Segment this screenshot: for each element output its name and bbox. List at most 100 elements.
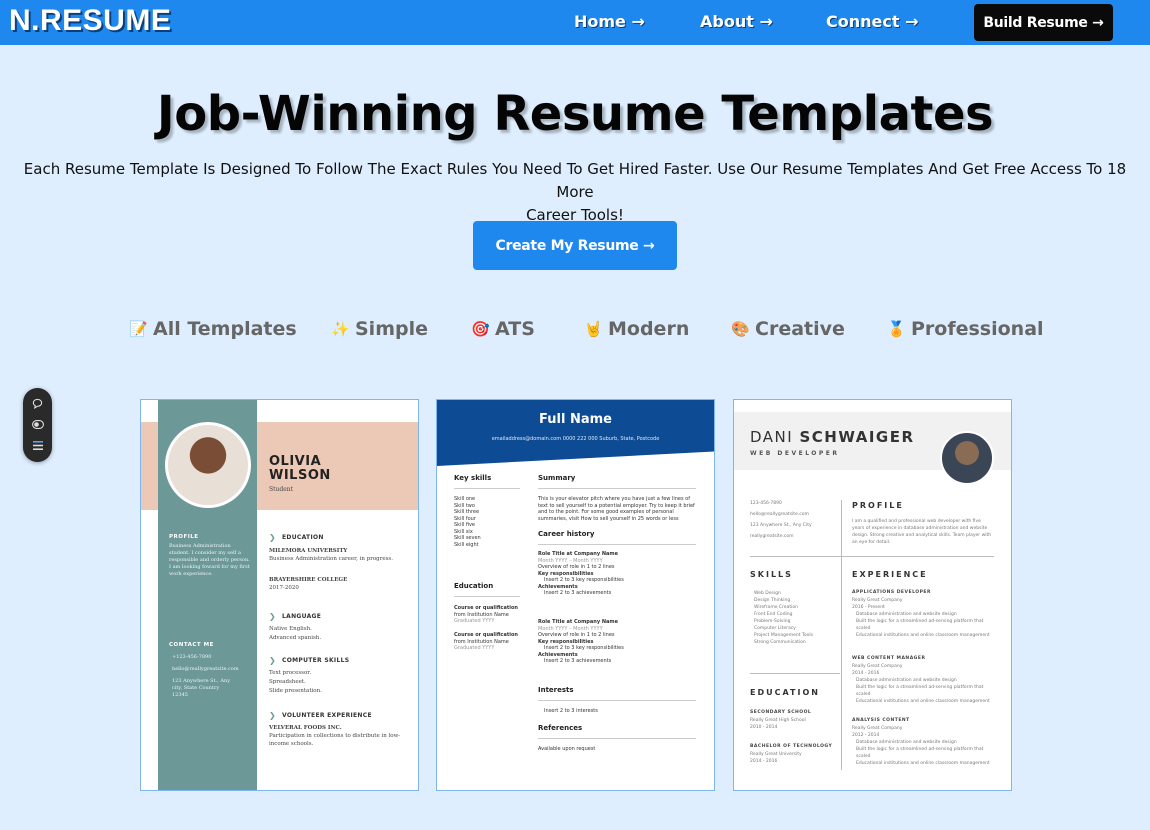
contact-line: emailaddress@domain.com 0000 222 000 Sub…: [491, 436, 660, 442]
skill-3: Slide presentation.: [269, 688, 322, 694]
skill-1: Text processor.: [269, 670, 312, 676]
filter-creative[interactable]: 🎨 Creative: [731, 318, 845, 340]
phone-text: 123-456-7890: [750, 501, 782, 506]
edu1-name: MILEMORA UNIVERSITY: [269, 548, 348, 554]
filter-ats[interactable]: 🎯 ATS: [471, 318, 535, 340]
edu-graduated: Graduated YYYY: [454, 645, 495, 651]
site-logo[interactable]: N.RESUME: [9, 4, 171, 38]
resume-role: WEB DEVELOPER: [750, 450, 840, 457]
filter-label: Creative: [755, 318, 845, 340]
edu1-title: SECONDARY SCHOOL: [750, 710, 812, 715]
exp3-bullet: Educational institutions and online clas…: [856, 761, 990, 766]
skill-2: Spreadsheet.: [269, 679, 306, 685]
chevron-icon: ❯: [269, 711, 277, 720]
chat-bubble-icon[interactable]: [30, 396, 45, 411]
profile-text: I am a qualified and professional web de…: [852, 519, 992, 545]
edu2-details: Really Great University 2014 - 2016: [750, 751, 802, 765]
skills-list: Skill one Skill two Skill three Skill fo…: [454, 496, 481, 548]
divider: [454, 596, 520, 597]
exp2-details: Really Great Company 2014 - 2016 Databas…: [852, 663, 997, 705]
nav-link-about[interactable]: About →: [700, 12, 773, 31]
interests-text: Insert 2 to 3 interests: [544, 708, 598, 714]
exp2-bullet: Built the logic for a streamlined ad-ser…: [856, 685, 984, 697]
skill-item: Project Management Tools: [754, 633, 813, 638]
resume-name: DANI SCHWAIGER: [750, 428, 915, 446]
skills-list: Web Design Design Thinking Wireframe Cre…: [754, 590, 813, 646]
divider: [538, 544, 696, 545]
exp3-details: Really Great Company 2012 - 2014 Databas…: [852, 725, 997, 767]
skills-heading: SKILLS: [750, 570, 793, 579]
edu2-name: BRAYERSHIRE COLLEGE: [269, 577, 348, 583]
profile-text: Business Administration student. I consi…: [169, 543, 250, 577]
filter-modern[interactable]: 🤘 Modern: [584, 318, 689, 340]
computer-skills-label: COMPUTER SKILLS: [282, 657, 350, 664]
template-filter-bar: 📝 All Templates ✨ Simple 🎯 ATS 🤘 Modern 🎨 Cre…: [0, 318, 1150, 344]
exp2-dates: 2014 - 2016: [852, 671, 880, 676]
volunteer-label: VOLUNTEER EXPERIENCE: [282, 712, 372, 719]
header-band: [437, 400, 714, 466]
last-name: WILSON: [269, 468, 331, 483]
address-text: 123 Anywhere St., Any City: [750, 523, 812, 528]
template-card-full-name[interactable]: Full Name emailaddress@domain.com 0000 2…: [436, 399, 715, 791]
exp3-dates: 2012 - 2014: [852, 733, 880, 738]
job-block-2: Role Title at Company Name Month YYYY – …: [538, 619, 696, 665]
nav-link-connect[interactable]: Connect →: [826, 12, 918, 31]
edu-block-1: Course or qualification from Institution…: [454, 605, 518, 625]
experience-heading: EXPERIENCE: [852, 570, 928, 579]
filter-simple[interactable]: ✨ Simple: [331, 318, 428, 340]
row-divider: [750, 556, 994, 557]
profile-photo: [940, 431, 994, 485]
summary-text: This is your elevator pitch where you ha…: [538, 496, 695, 522]
build-resume-button[interactable]: Build Resume →: [974, 4, 1113, 41]
chevron-icon: ❯: [269, 656, 277, 665]
edu1-dates: 2010 - 2014: [750, 725, 778, 730]
exp1-details: Really Great Company 2016 - Present Data…: [852, 597, 997, 639]
profile-photo: [165, 422, 251, 508]
list-menu-icon[interactable]: [30, 438, 45, 453]
exp3-company: Really Great Company: [852, 726, 903, 731]
language-2: Advanced spanish.: [269, 635, 322, 641]
key-skills-heading: Key skills: [454, 474, 492, 482]
exp1-dates: 2016 - Present: [852, 605, 885, 610]
skill-item: Computer Literacy: [754, 626, 796, 631]
exp1-title: APPLICATIONS DEVELOPER: [852, 590, 931, 595]
exp2-title: WEB CONTENT MANAGER: [852, 656, 926, 661]
memo-icon: 📝: [129, 320, 148, 338]
edu2-dates: 2014 - 2016: [750, 759, 778, 764]
create-resume-button[interactable]: Create My Resume →: [473, 221, 677, 270]
target-icon: 🎯: [471, 320, 490, 338]
edu2-school: Really Great University: [750, 752, 802, 757]
nav-link-home[interactable]: Home →: [574, 12, 645, 31]
filter-label: Simple: [355, 318, 428, 340]
computer-skills-heading: ❯ COMPUTER SKILLS: [269, 656, 349, 665]
skill-item: Skill seven: [454, 535, 481, 541]
exp1-bullet: Built the logic for a streamlined ad-ser…: [856, 619, 984, 631]
job-ach: Insert 2 to 3 achievements: [544, 590, 612, 596]
exp1-bullet: Database administration and website desi…: [856, 612, 957, 617]
phone-text: +123-456-7890: [172, 654, 212, 660]
column-divider: [841, 500, 842, 770]
edu-graduated: Graduated YYYY: [454, 618, 495, 624]
filter-all-templates[interactable]: 📝 All Templates: [129, 318, 297, 340]
template-card-olivia-wilson[interactable]: OLIVIA WILSON Student PROFILE Business A…: [140, 399, 419, 791]
edu-block-2: Course or qualification from Institution…: [454, 632, 518, 652]
education-heading: ❯ EDUCATION: [269, 533, 324, 542]
first-name: OLIVIA: [269, 454, 322, 469]
exp1-company: Really Great Company: [852, 598, 903, 603]
skill-item: Web Design: [754, 591, 781, 596]
skill-item: Strong Communication: [754, 640, 806, 645]
filter-label: ATS: [495, 318, 535, 340]
exp1-bullet: Educational institutions and online clas…: [856, 633, 990, 638]
toggle-icon[interactable]: [30, 417, 45, 432]
resume-role: Student: [269, 486, 294, 493]
medal-icon: 🏅: [887, 320, 906, 338]
website-text: reallygreatsite.com: [750, 534, 794, 539]
divider: [538, 700, 696, 701]
edu2-title: BACHELOR OF TECHNOLOGY: [750, 744, 833, 749]
last-name: SCHWAIGER: [799, 428, 915, 446]
skill-item: Problem-Solving: [754, 619, 791, 624]
template-card-dani-schwaiger[interactable]: DANI SCHWAIGER WEB DEVELOPER 123-456-789…: [733, 399, 1012, 791]
edu1-details: Really Great High School 2010 - 2014: [750, 717, 806, 731]
volunteer-desc: Participation in collections to distribu…: [269, 733, 401, 747]
filter-professional[interactable]: 🏅 Professional: [887, 318, 1044, 340]
